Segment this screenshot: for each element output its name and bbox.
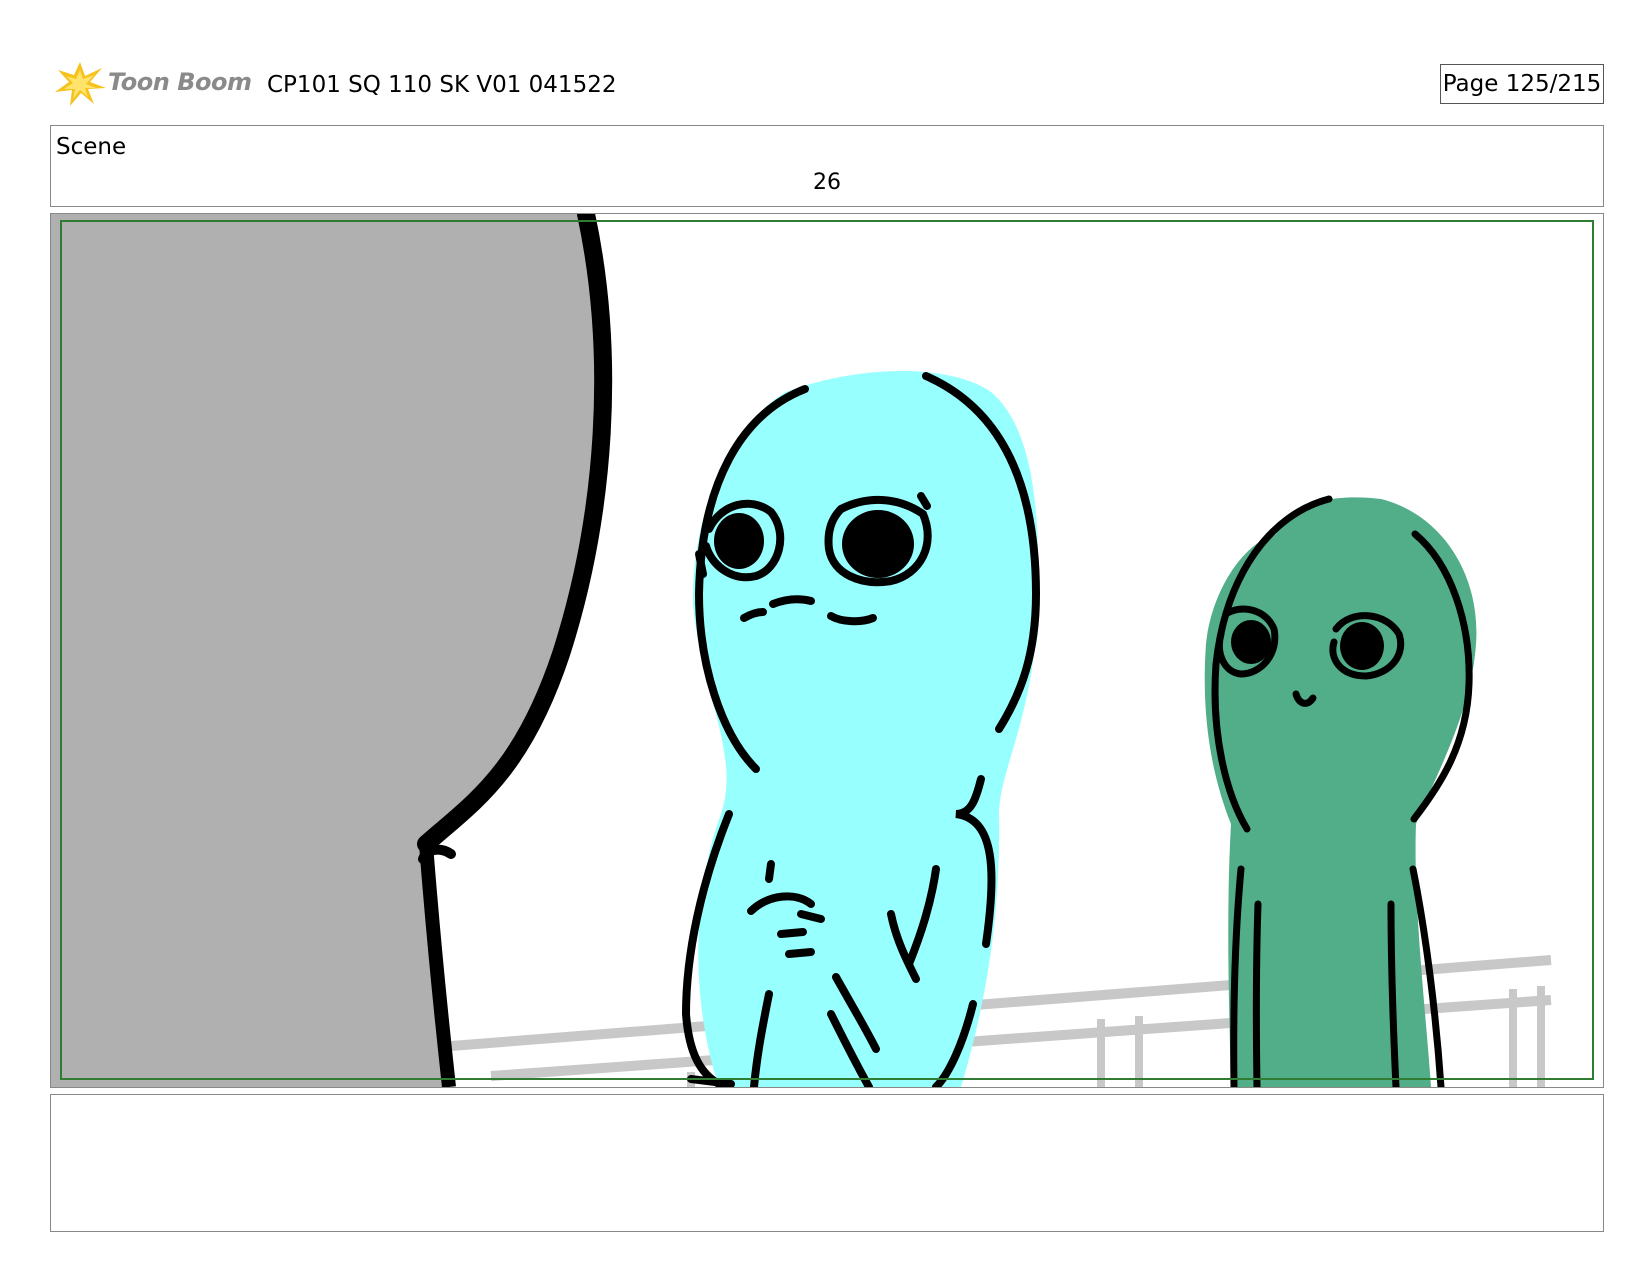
notes-field	[50, 1094, 1604, 1232]
page-indicator: Page 125/215	[1440, 64, 1604, 104]
storyboard-panel	[50, 213, 1604, 1088]
blue-character	[681, 371, 1041, 1087]
logo-wordmark: Toon Boom	[108, 68, 252, 96]
scene-field: Scene 26	[50, 125, 1604, 207]
toon-boom-logo: Toon Boom	[52, 58, 252, 108]
green-character	[1204, 495, 1477, 1087]
scene-number: 26	[813, 170, 841, 195]
scene-label: Scene	[56, 134, 127, 160]
curtain	[51, 214, 613, 1087]
storyboard-drawing	[51, 214, 1594, 1087]
starburst-logo-icon	[55, 62, 106, 106]
page-header: Toon Boom CP101 SQ 110 SK V01 041522 Pag…	[52, 56, 1612, 108]
document-title: CP101 SQ 110 SK V01 041522	[267, 72, 617, 98]
